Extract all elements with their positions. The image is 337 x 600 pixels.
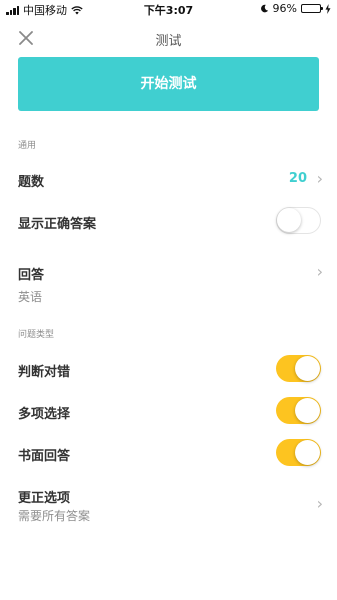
- section-general-title: 通用: [18, 141, 37, 151]
- true-false-toggle[interactable]: [276, 355, 321, 382]
- row-multiple-choice: 多项选择: [0, 397, 337, 425]
- status-bar: 中国移动 下午3:07 96%: [0, 0, 337, 18]
- charging-icon: [325, 3, 331, 14]
- written-answer-toggle[interactable]: [276, 439, 321, 466]
- chevron-right-icon: ›: [316, 262, 323, 281]
- section-question-types-title: 问题类型: [18, 330, 55, 340]
- written-answer-label: 书面回答: [18, 449, 71, 464]
- toggle-knob: [295, 440, 320, 465]
- multiple-choice-label: 多项选择: [18, 407, 71, 422]
- row-correction-options[interactable]: 更正选项 需要所有答案 ›: [0, 484, 337, 528]
- row-true-false: 判断对错: [0, 355, 337, 383]
- row-question-count[interactable]: 题数 20 ›: [0, 166, 337, 192]
- true-false-label: 判断对错: [18, 365, 71, 380]
- status-right: 96%: [260, 2, 331, 15]
- correction-options-label: 更正选项: [18, 491, 71, 506]
- chevron-right-icon: ›: [316, 169, 323, 188]
- row-show-correct-answer: 显示正确答案: [0, 207, 337, 235]
- answer-label: 回答: [18, 268, 45, 283]
- nav-bar: 测试: [0, 28, 337, 52]
- toggle-knob: [295, 356, 320, 381]
- question-count-value: 20: [288, 171, 307, 186]
- battery-percent: 96%: [272, 2, 297, 15]
- page-title: 测试: [155, 34, 182, 49]
- show-correct-answer-toggle[interactable]: [276, 207, 321, 234]
- toggle-knob: [277, 208, 301, 232]
- show-correct-answer-label: 显示正确答案: [18, 217, 97, 232]
- multiple-choice-toggle[interactable]: [276, 397, 321, 424]
- toggle-knob: [295, 398, 320, 423]
- start-test-button[interactable]: 开始测试: [18, 57, 319, 111]
- chevron-right-icon: ›: [316, 494, 323, 513]
- row-answer[interactable]: 回答 英语 ›: [0, 259, 337, 305]
- moon-icon: [260, 4, 268, 13]
- row-written-answer: 书面回答: [0, 439, 337, 467]
- correction-options-value: 需要所有答案: [18, 509, 91, 523]
- battery-icon: [301, 4, 323, 13]
- question-count-label: 题数: [18, 175, 45, 190]
- answer-value: 英语: [18, 290, 43, 304]
